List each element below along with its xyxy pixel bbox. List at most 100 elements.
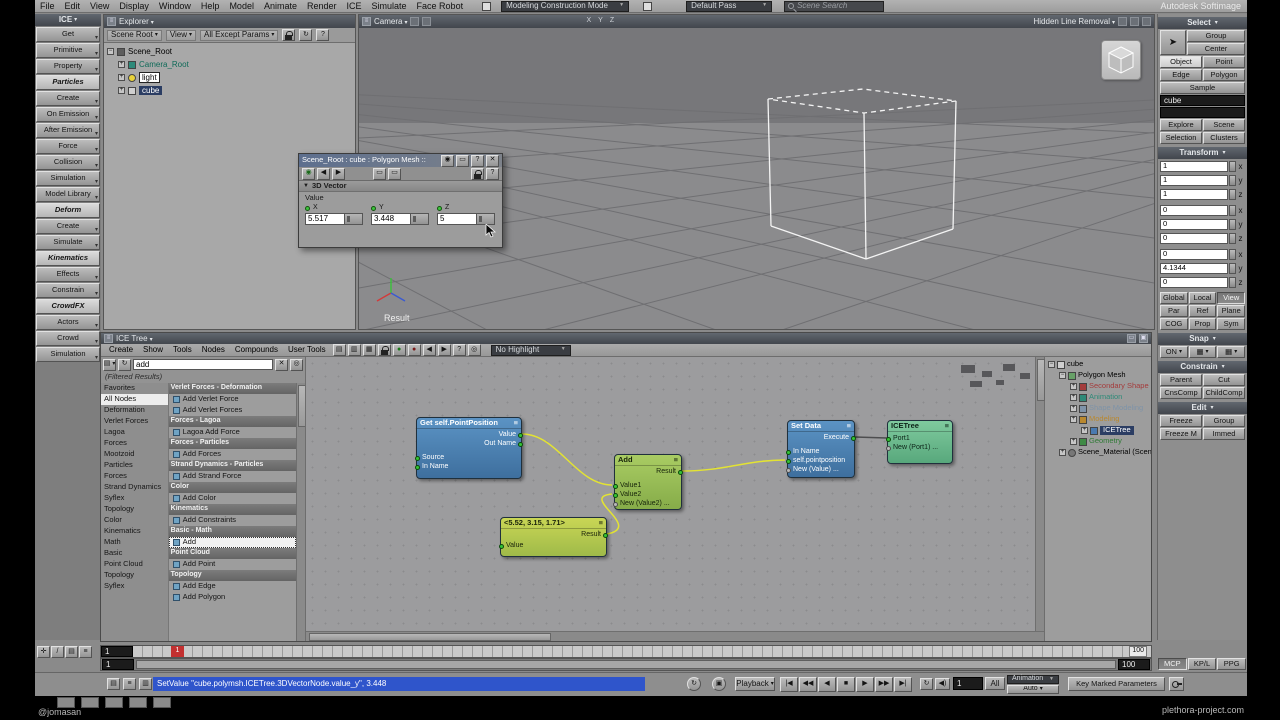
expand-toggle-icon[interactable]: − [107, 48, 114, 55]
constrain-panel-header[interactable]: Constrain [1158, 361, 1247, 373]
expand-toggle-icon[interactable]: + [1070, 405, 1077, 412]
category-mootzoid[interactable]: Mootzoid [101, 449, 168, 460]
toolbar-button-primitive[interactable]: Primitive [36, 43, 100, 58]
refresh-icon[interactable]: ↻ [299, 29, 313, 41]
ppg-titlebar[interactable]: Scene_Root : cube : Polygon Mesh :: ◉ ▭ … [299, 154, 502, 167]
search-scope-dropdown[interactable]: ▤ [103, 358, 116, 371]
toolbar-button-kinematics[interactable]: Kinematics [36, 251, 100, 266]
category-syflex[interactable]: Syflex [101, 581, 168, 592]
mcp-button-point[interactable]: Point [1203, 56, 1245, 68]
prev-key-icon[interactable]: ◀ [317, 167, 330, 180]
minimize-icon[interactable]: ▭ [1127, 334, 1136, 343]
category-kinematics[interactable]: Kinematics [101, 526, 168, 537]
vector-z-slider[interactable] [477, 212, 495, 225]
transform-input[interactable]: 4.1344 [1160, 263, 1228, 274]
toolbar-button-crowdfx[interactable]: CrowdFX [36, 299, 100, 314]
input-port-new-value[interactable]: New (Value) ... [786, 466, 839, 475]
animatable-icon[interactable] [371, 205, 376, 211]
toolbar-button-deform[interactable]: Deform [36, 203, 100, 218]
transport-play-button[interactable]: ▶ [856, 677, 874, 692]
record-icon[interactable]: ● [392, 344, 406, 356]
ice-menu-show[interactable]: Show [138, 345, 168, 354]
next-key-icon[interactable]: ▶ [332, 167, 345, 180]
toolbar-button-property[interactable]: Property [36, 59, 100, 74]
mcp-button-ref[interactable]: Ref [1188, 305, 1217, 317]
slider-handle[interactable] [1229, 277, 1236, 288]
tree-node-modeling[interactable]: + Modeling [1045, 414, 1151, 425]
transform-input[interactable]: 0 [1160, 277, 1228, 288]
tree-node-polygon-mesh[interactable]: − Polygon Mesh [1045, 370, 1151, 381]
expand-toggle-icon[interactable]: + [1070, 416, 1077, 423]
mcp-button-freeze[interactable]: Freeze [1160, 415, 1202, 427]
menu-simulate[interactable]: Simulate [367, 1, 412, 11]
toolbar-button-create[interactable]: Create [36, 91, 100, 106]
current-frame-field[interactable]: 1 [101, 646, 133, 657]
results-scrollbar[interactable] [296, 382, 305, 641]
category-forces[interactable]: Forces [101, 438, 168, 449]
input-port-in-name[interactable]: In Name [786, 448, 819, 457]
category-verlet-forces[interactable]: Verlet Forces [101, 416, 168, 427]
vector-section-header[interactable]: ▼ 3D Vector [299, 181, 502, 192]
toolbar-button-simulation[interactable]: Simulation [36, 171, 100, 186]
panel-tab-mcp[interactable]: MCP [1158, 658, 1187, 670]
mute-icon[interactable]: ● [407, 344, 421, 356]
mcp-button-scene[interactable]: Scene [1203, 119, 1245, 131]
playback-menu[interactable]: Playback [735, 677, 775, 691]
node-graph-canvas[interactable]: Get self.PointPosition ≡ Value Out Name Sour… [306, 357, 1035, 631]
transform-input[interactable]: 0 [1160, 205, 1228, 216]
update-icon[interactable]: ↻ [687, 677, 701, 691]
category-syflex[interactable]: Syflex [101, 493, 168, 504]
expand-toggle-icon[interactable]: + [118, 87, 125, 94]
options-icon[interactable]: ◉ [441, 154, 454, 167]
transform-input[interactable]: 0 [1160, 233, 1228, 244]
menu-face-robot[interactable]: Face Robot [412, 1, 469, 11]
node-icetree[interactable]: ICETree ≡ Port1 New (Port1) ... [886, 420, 953, 464]
help-icon[interactable]: ? [471, 154, 484, 167]
group-button[interactable]: Group [1187, 30, 1245, 42]
shading-mode-menu[interactable]: Hidden Line Removal [1033, 17, 1115, 27]
node-menu-icon[interactable]: ≡ [599, 518, 603, 528]
category-point-cloud[interactable]: Point Cloud [101, 559, 168, 570]
scene-search-input[interactable]: Scene Search [784, 0, 885, 12]
snap-frame-icon[interactable]: ▤ [65, 646, 78, 658]
mcp-button-prop[interactable]: Prop [1188, 318, 1217, 330]
input-port-source[interactable]: Source [415, 454, 444, 463]
center-button[interactable]: Center [1187, 43, 1245, 55]
explorer-node-cube[interactable]: + cube [104, 84, 355, 97]
explorer-node-light[interactable]: + light [104, 71, 355, 84]
result-item-add-color[interactable]: Add Color [169, 493, 296, 504]
axis-toggle-y[interactable]: Y [596, 17, 605, 25]
node-search-input[interactable]: add [133, 359, 273, 370]
input-port-value[interactable]: Value [499, 542, 523, 551]
explorer-titlebar[interactable]: ≡ Explorer [104, 15, 355, 28]
category-lagoa[interactable]: Lagoa [101, 427, 168, 438]
slider-handle[interactable] [1229, 175, 1236, 186]
transform-input[interactable]: 0 [1160, 249, 1228, 260]
transform-input[interactable]: 1 [1160, 189, 1228, 200]
node-menu-icon[interactable]: ≡ [847, 421, 851, 431]
menu-help[interactable]: Help [196, 1, 225, 11]
node-setdata[interactable]: Set Data ≡ Execute In Name self.pointpositio… [786, 420, 856, 478]
expand-toggle-icon[interactable]: + [1070, 383, 1077, 390]
result-item-add-verlet-forces[interactable]: Add Verlet Forces [169, 405, 296, 416]
input-port-new-value2[interactable]: New (Value2) ... [613, 500, 670, 509]
result-item-add-edge[interactable]: Add Edge [169, 581, 296, 592]
selection-field-secondary[interactable] [1160, 107, 1245, 118]
forward-icon[interactable]: ▶ [437, 344, 451, 356]
auto-key-toggle[interactable]: Auto [1007, 685, 1059, 694]
snap-grid-dropdown[interactable]: ▦ [1217, 346, 1246, 358]
menu-model[interactable]: Model [224, 1, 259, 11]
back-icon[interactable]: ◀ [422, 344, 436, 356]
expand-toggle-icon[interactable]: + [1070, 394, 1077, 401]
ice-menu-compounds[interactable]: Compounds [230, 345, 283, 354]
snap-panel-header[interactable]: Snap [1158, 333, 1247, 345]
transport-fast-rewind-button[interactable]: ◀◀ [799, 677, 817, 692]
expand-toggle-icon[interactable]: + [1059, 449, 1066, 456]
mcp-button-local[interactable]: Local [1188, 292, 1217, 304]
transport-step-back-button[interactable]: ◀ [818, 677, 836, 692]
result-item-add-polygon[interactable]: Add Polygon [169, 592, 296, 603]
toolbar-button-model-library[interactable]: Model Library [36, 187, 100, 202]
frame-ruler[interactable]: 1 100 [133, 646, 1151, 657]
explorer-node-scene-root[interactable]: − Scene_Root [104, 45, 355, 58]
mcp-button-parent[interactable]: Parent [1160, 374, 1202, 386]
